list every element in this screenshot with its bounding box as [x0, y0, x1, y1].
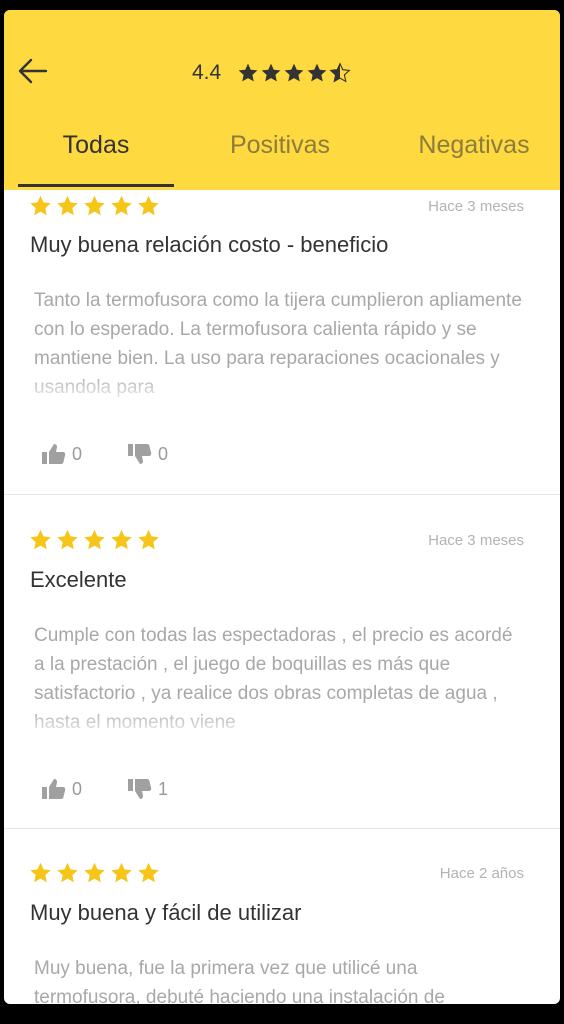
thumbs-down-icon — [128, 779, 152, 799]
text-fade — [34, 372, 524, 402]
star-icon — [138, 862, 159, 883]
review-stars — [28, 528, 163, 552]
star-icon — [111, 529, 132, 550]
active-tab-indicator — [18, 184, 174, 187]
filter-tabs: Todas Positivas Negativas — [4, 122, 560, 190]
tab-negativas[interactable]: Negativas — [392, 122, 556, 190]
star-icon — [57, 862, 78, 883]
review-stars — [28, 861, 163, 885]
like-count: 0 — [72, 443, 83, 464]
star-icon — [30, 529, 51, 550]
review-title: Excelente — [30, 567, 127, 592]
like-count: 0 — [72, 778, 83, 799]
star-icon — [84, 862, 105, 883]
review-card: Hace 3 meses Muy buena relación costo - … — [4, 190, 560, 494]
star-icon — [57, 195, 78, 216]
reviews-screen: 4.4 Todas Positivas Negativas Hace 3 mes… — [4, 10, 560, 1004]
reviews-list[interactable]: Hace 3 meses Muy buena relación costo - … — [4, 190, 560, 1004]
like-button[interactable]: 0 — [40, 777, 82, 801]
thumbs-up-icon — [42, 779, 66, 799]
review-title: Muy buena y fácil de utilizar — [30, 900, 302, 925]
tab-todas[interactable]: Todas — [18, 122, 174, 190]
star-icon — [138, 529, 159, 550]
star-icon — [30, 195, 51, 216]
dislike-count: 1 — [158, 778, 169, 799]
tab-positivas[interactable]: Positivas — [200, 122, 360, 190]
dislike-button[interactable]: 0 — [126, 442, 168, 466]
star-full-icon — [307, 63, 327, 82]
review-title: Muy buena relación costo - beneficio — [30, 232, 389, 257]
star-icon — [111, 862, 132, 883]
review-date: Hace 2 años — [439, 865, 524, 882]
star-full-icon — [238, 63, 258, 82]
review-body: Muy buena, fue la primera vez que utilic… — [34, 958, 445, 1004]
dislike-button[interactable]: 1 — [126, 777, 168, 801]
star-half-icon — [329, 62, 351, 83]
like-button[interactable]: 0 — [40, 442, 82, 466]
arrow-left-icon — [18, 58, 48, 84]
review-card: Hace 3 meses Excelente Cumple con todas … — [4, 495, 560, 828]
star-icon — [57, 529, 78, 550]
text-fade — [34, 707, 524, 737]
star-full-icon — [284, 63, 304, 82]
review-card: Hace 2 años Muy buena y fácil de utiliza… — [4, 829, 560, 1004]
thumbs-up-icon — [42, 444, 66, 464]
overall-rating: 4.4 — [192, 59, 352, 87]
review-date: Hace 3 meses — [428, 198, 524, 215]
star-icon — [84, 195, 105, 216]
star-full-icon — [261, 63, 281, 82]
star-icon — [84, 529, 105, 550]
dislike-count: 0 — [158, 443, 169, 464]
rating-stars — [237, 62, 352, 84]
thumbs-down-icon — [128, 444, 152, 464]
back-button[interactable] — [16, 54, 50, 88]
review-stars — [28, 194, 163, 218]
rating-value: 4.4 — [192, 61, 222, 84]
star-icon — [30, 862, 51, 883]
star-icon — [138, 195, 159, 216]
header: 4.4 Todas Positivas Negativas — [4, 10, 560, 190]
review-date: Hace 3 meses — [428, 532, 524, 549]
star-icon — [111, 195, 132, 216]
